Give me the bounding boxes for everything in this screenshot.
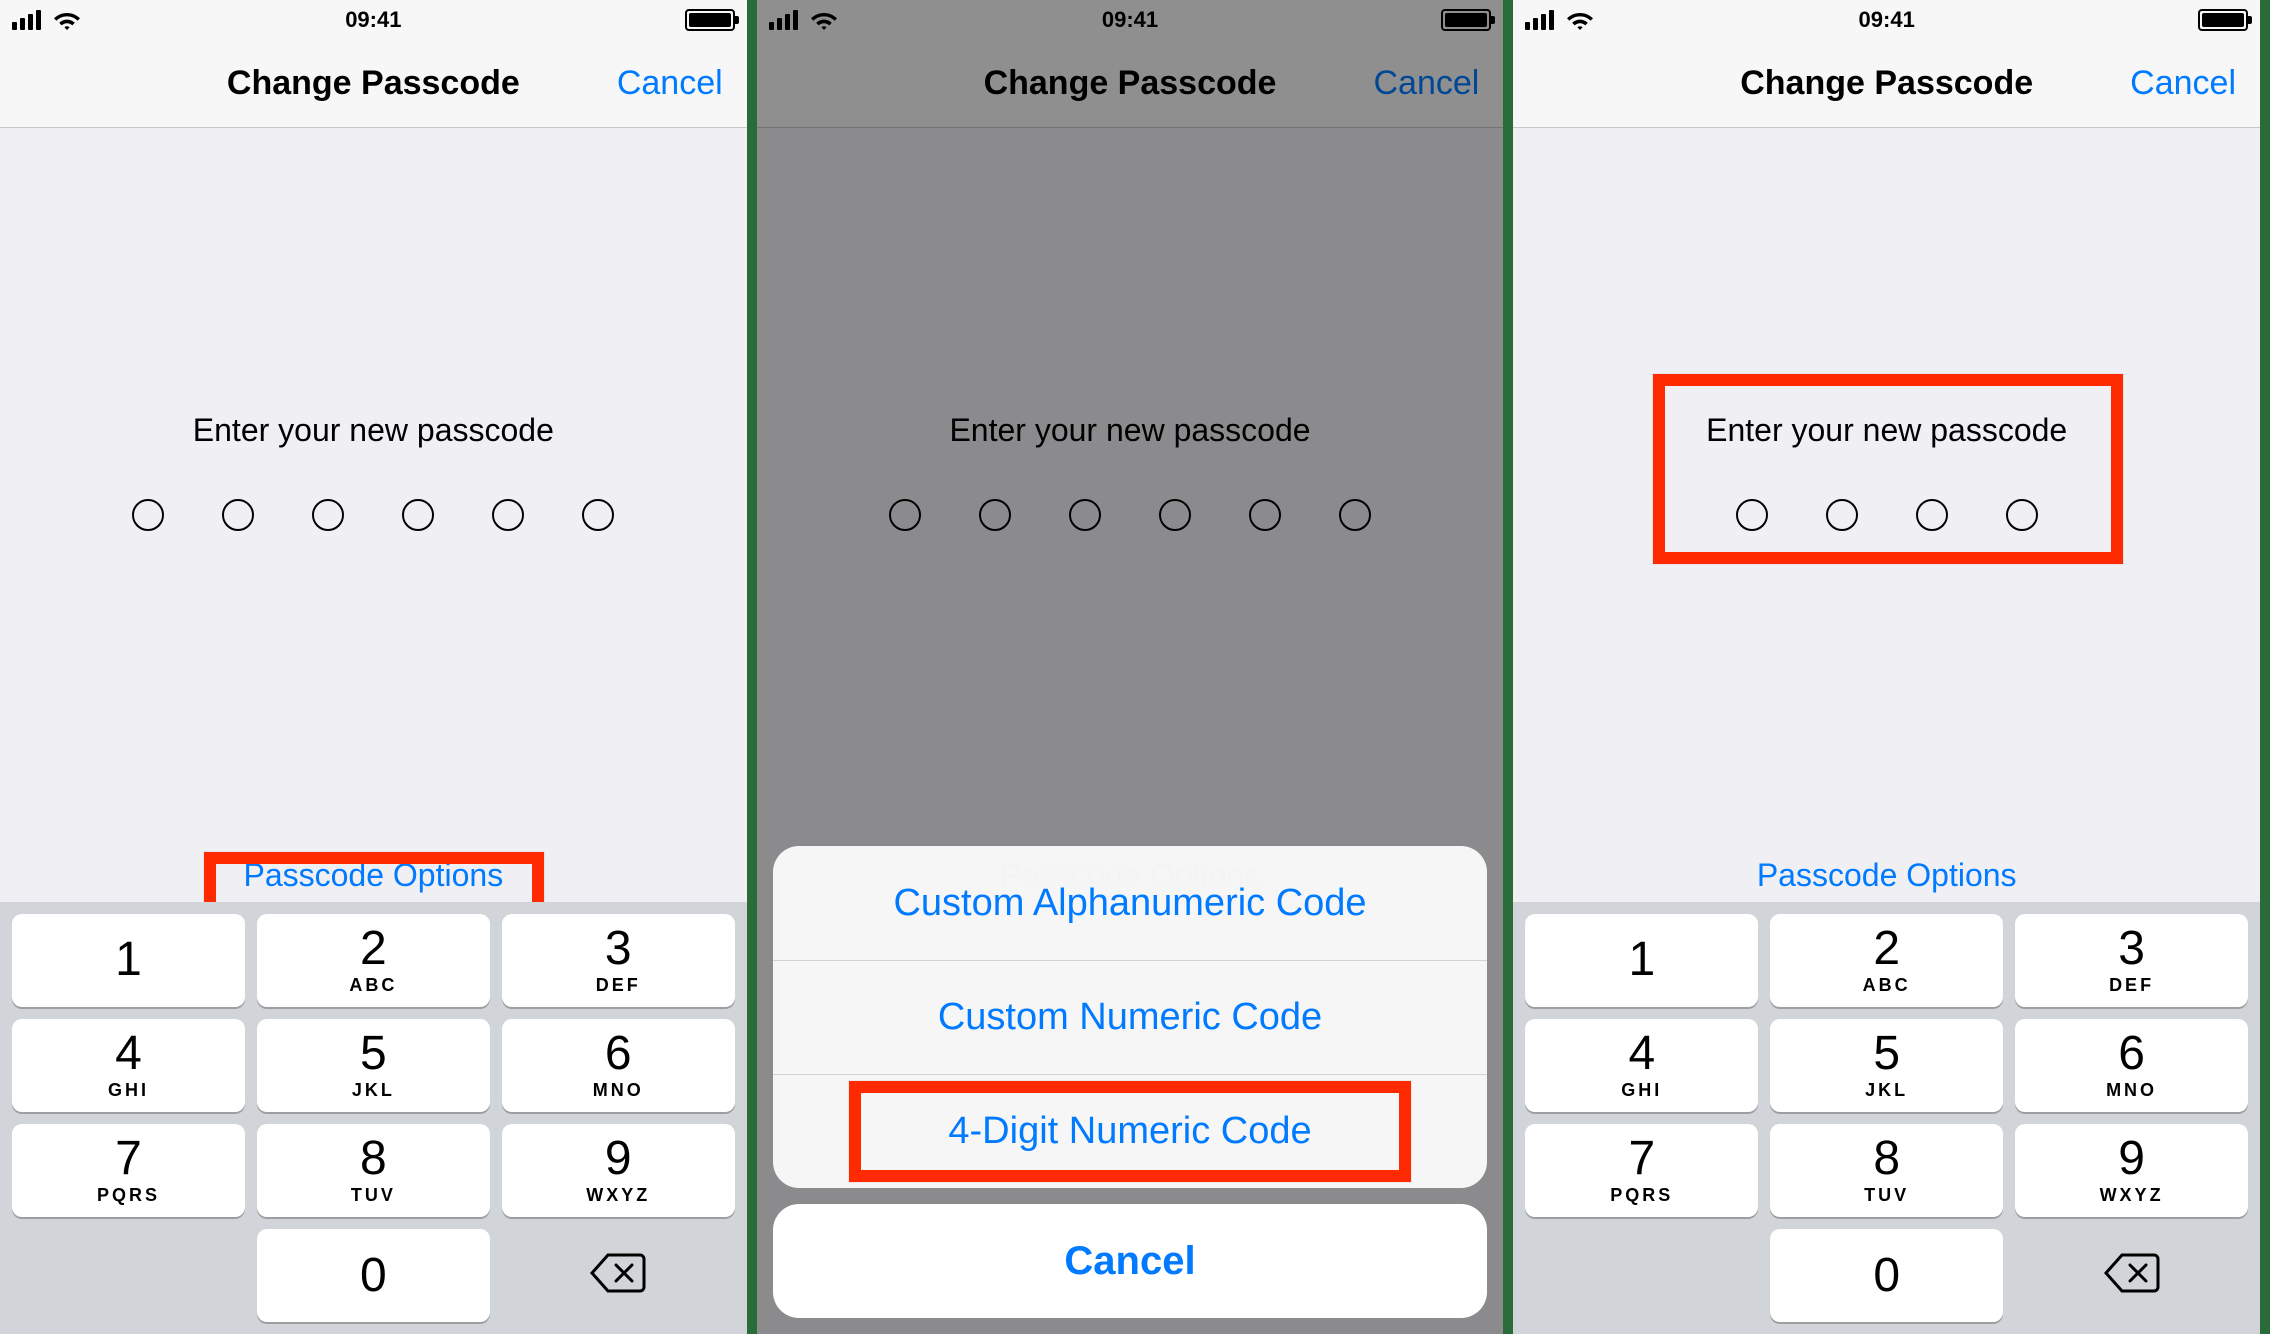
passcode-prompt: Enter your new passcode <box>1706 412 2067 449</box>
action-sheet-cancel[interactable]: Cancel <box>773 1204 1488 1318</box>
passcode-dot <box>1916 499 1948 531</box>
keypad-key-9[interactable]: 9WXYZ <box>2015 1124 2248 1217</box>
wifi-icon <box>1565 9 1595 31</box>
keypad-key-8[interactable]: 8TUV <box>257 1124 490 1217</box>
passcode-dot <box>2006 499 2038 531</box>
passcode-dots <box>1736 499 2038 531</box>
passcode-options-button[interactable]: Passcode Options <box>1513 857 2260 894</box>
option-custom-alphanumeric[interactable]: Custom Alphanumeric Code <box>773 846 1488 960</box>
keypad-key-0[interactable]: 0 <box>1770 1229 2003 1322</box>
passcode-dot <box>492 499 524 531</box>
numeric-keypad: 1 2ABC 3DEF 4GHI 5JKL 6MNO 7PQRS 8TUV 9W… <box>0 902 747 1334</box>
keypad-key-7[interactable]: 7PQRS <box>12 1124 245 1217</box>
keypad-key-5[interactable]: 5JKL <box>1770 1019 2003 1112</box>
status-time: 09:41 <box>345 7 401 33</box>
content-area: Enter your new passcode Passcode Options… <box>1513 128 2260 1334</box>
passcode-prompt: Enter your new passcode <box>193 412 554 449</box>
backspace-icon <box>588 1251 648 1300</box>
action-sheet: Custom Alphanumeric Code Custom Numeric … <box>773 846 1488 1318</box>
numeric-keypad: 1 2ABC 3DEF 4GHI 5JKL 6MNO 7PQRS 8TUV 9W… <box>1513 902 2260 1334</box>
keypad-key-4[interactable]: 4GHI <box>1525 1019 1758 1112</box>
annotation-highlight <box>1653 374 2123 564</box>
status-time: 09:41 <box>1859 7 1915 33</box>
keypad-key-6[interactable]: 6MNO <box>2015 1019 2248 1112</box>
keypad-key-2[interactable]: 2ABC <box>257 914 490 1007</box>
keypad-key-8[interactable]: 8TUV <box>1770 1124 2003 1217</box>
keypad-backspace[interactable] <box>2015 1229 2248 1322</box>
passcode-dot <box>582 499 614 531</box>
passcode-dots <box>132 499 614 531</box>
battery-icon <box>2198 9 2248 31</box>
keypad-blank <box>1525 1229 1758 1322</box>
keypad-key-3[interactable]: 3DEF <box>2015 914 2248 1007</box>
keypad-blank <box>12 1229 245 1322</box>
wifi-icon <box>52 9 82 31</box>
action-sheet-options: Custom Alphanumeric Code Custom Numeric … <box>773 846 1488 1188</box>
passcode-dot <box>1736 499 1768 531</box>
passcode-dot <box>402 499 434 531</box>
keypad-key-4[interactable]: 4GHI <box>12 1019 245 1112</box>
status-bar: 09:41 <box>0 0 747 40</box>
cellular-signal-icon <box>12 10 46 30</box>
keypad-key-7[interactable]: 7PQRS <box>1525 1124 1758 1217</box>
screen-2-action-sheet: 09:41 Change Passcode Cancel Enter your … <box>757 0 1504 1334</box>
passcode-dot <box>312 499 344 531</box>
cancel-button[interactable]: Cancel <box>617 64 723 103</box>
backspace-icon <box>2102 1251 2162 1300</box>
nav-bar: Change Passcode Cancel <box>1513 40 2260 128</box>
battery-icon <box>685 9 735 31</box>
passcode-dot <box>132 499 164 531</box>
cancel-button[interactable]: Cancel <box>2130 64 2236 103</box>
content-area: Enter your new passcode Passcode Options… <box>0 128 747 1334</box>
cellular-signal-icon <box>1525 10 1559 30</box>
nav-bar: Change Passcode Cancel <box>0 40 747 128</box>
keypad-key-5[interactable]: 5JKL <box>257 1019 490 1112</box>
passcode-dot <box>1826 499 1858 531</box>
keypad-key-2[interactable]: 2ABC <box>1770 914 2003 1007</box>
screen-1-passcode-options-highlight: 09:41 Change Passcode Cancel Enter your … <box>0 0 747 1334</box>
passcode-options-button[interactable]: Passcode Options <box>0 857 747 894</box>
keypad-backspace[interactable] <box>502 1229 735 1322</box>
keypad-key-0[interactable]: 0 <box>257 1229 490 1322</box>
keypad-key-6[interactable]: 6MNO <box>502 1019 735 1112</box>
keypad-key-1[interactable]: 1 <box>1525 914 1758 1007</box>
passcode-dot <box>222 499 254 531</box>
status-bar: 09:41 <box>1513 0 2260 40</box>
keypad-key-9[interactable]: 9WXYZ <box>502 1124 735 1217</box>
option-label: 4-Digit Numeric Code <box>948 1110 1311 1153</box>
screen-3-four-digit: 09:41 Change Passcode Cancel Enter your … <box>1513 0 2260 1334</box>
keypad-key-1[interactable]: 1 <box>12 914 245 1007</box>
option-4-digit-numeric[interactable]: 4-Digit Numeric Code <box>773 1074 1488 1188</box>
keypad-key-3[interactable]: 3DEF <box>502 914 735 1007</box>
option-custom-numeric[interactable]: Custom Numeric Code <box>773 960 1488 1074</box>
